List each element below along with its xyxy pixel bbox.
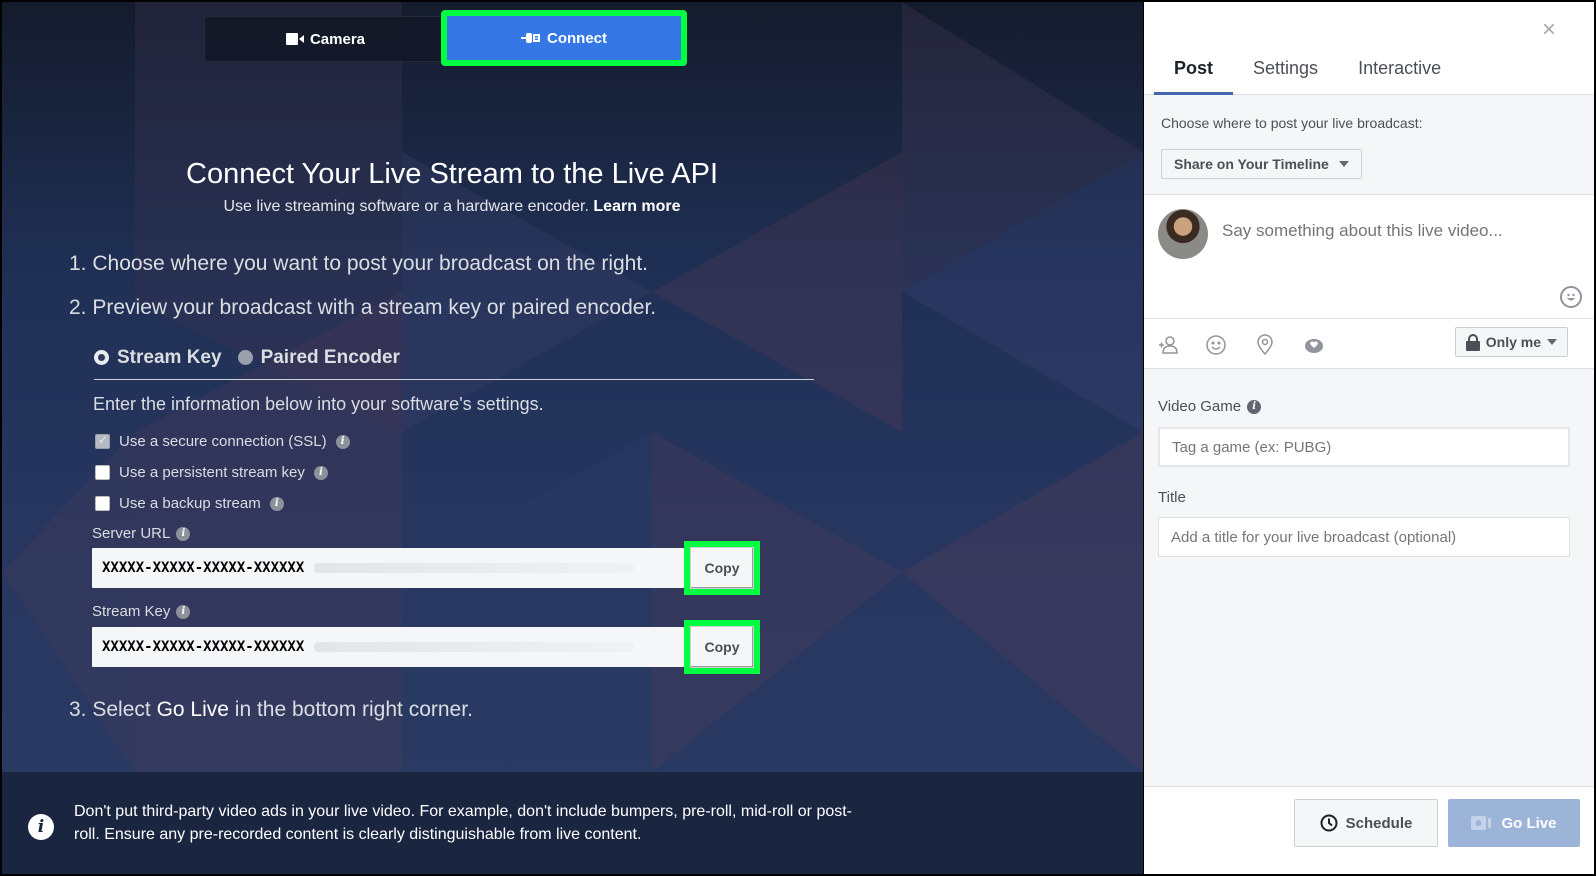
destination-dropdown[interactable]: Share on Your Timeline	[1161, 149, 1362, 179]
video-camera-icon	[1471, 816, 1492, 830]
step-3-suffix: in the bottom right corner.	[234, 698, 473, 721]
redacted-blur	[314, 563, 635, 573]
checkbox-ssl-label: Use a secure connection (SSL)	[119, 433, 327, 450]
title-label-row: Title	[1158, 489, 1186, 506]
info-icon[interactable]: i	[176, 604, 191, 619]
emoji-icon[interactable]	[1560, 286, 1582, 308]
go-live-label: Go Live	[1501, 814, 1557, 832]
page-title: Connect Your Live Stream to the Live API	[186, 158, 718, 190]
fundraiser-icon[interactable]	[1302, 333, 1326, 357]
chevron-down-icon	[1338, 161, 1349, 167]
server-url-label: Server URL	[92, 525, 171, 542]
radio-paired-encoder-label: Paired Encoder	[260, 346, 400, 368]
tab-connect-label: Connect	[547, 29, 607, 47]
destination-value: Share on Your Timeline	[1174, 156, 1329, 172]
server-url-field[interactable]: XXXXX-XXXXX-XXXXX-XXXXXX	[92, 548, 684, 588]
tab-camera[interactable]: Camera	[204, 16, 447, 62]
step-1: 1. Choose where you want to post your br…	[69, 252, 649, 275]
radio-paired-encoder[interactable]: Paired Encoder	[237, 346, 400, 369]
composer	[1144, 194, 1594, 319]
checkbox-backup-stream[interactable]	[95, 496, 110, 511]
close-icon[interactable]: ×	[1542, 16, 1556, 44]
checkbox-ssl-row: Use a secure connection (SSL) i	[95, 433, 350, 450]
info-icon[interactable]: i	[335, 434, 350, 449]
tag-friends-icon[interactable]	[1156, 333, 1180, 357]
go-live-button[interactable]: Go Live	[1448, 799, 1580, 847]
live-stage: Camera Connect Connect Your Live Stream …	[2, 2, 1143, 874]
avatar	[1158, 209, 1208, 259]
checkbox-ssl[interactable]	[95, 433, 110, 449]
step-3-prefix: 3. Select	[69, 698, 151, 721]
chevron-down-icon	[1547, 339, 1557, 345]
video-camera-icon	[285, 33, 304, 45]
info-icon[interactable]: i	[1247, 399, 1262, 414]
copy-server-url-label: Copy	[690, 547, 754, 589]
tab-interactive[interactable]: Interactive	[1338, 58, 1461, 94]
radio-unselected-indicator	[237, 350, 253, 365]
tab-connect[interactable]: Connect	[441, 10, 687, 66]
redacted-blur	[314, 642, 635, 652]
composer-actions: Only me	[1144, 319, 1594, 369]
title-input[interactable]	[1158, 517, 1570, 557]
radio-stream-key-label: Stream Key	[117, 346, 222, 368]
mode-tabs: Camera Connect	[204, 10, 687, 66]
privacy-value: Only me	[1485, 334, 1541, 350]
panel-header: × Post Settings Interactive	[1144, 2, 1594, 95]
radio-stream-key[interactable]: Stream Key	[94, 347, 222, 369]
info-icon[interactable]: i	[313, 465, 328, 480]
checkbox-persistent-key[interactable]	[95, 465, 110, 480]
step-3: 3. Select Go Live in the bottom right co…	[69, 698, 473, 722]
lock-icon	[1465, 333, 1480, 351]
schedule-label: Schedule	[1345, 814, 1413, 832]
post-settings-panel: × Post Settings Interactive Choose where…	[1144, 2, 1594, 874]
stream-key-field[interactable]: XXXXX-XXXXX-XXXXX-XXXXXX	[92, 627, 684, 667]
copy-server-url-button[interactable]: Copy	[684, 541, 760, 595]
clock-icon	[1320, 814, 1338, 832]
stream-key-label-row: Stream Key i	[92, 603, 191, 620]
checkbox-backup-row: Use a backup stream i	[95, 495, 284, 512]
encoder-type-radio-group: Stream Key Paired Encoder	[94, 342, 814, 380]
copy-stream-key-button[interactable]: Copy	[684, 620, 760, 674]
tab-camera-label: Camera	[309, 30, 366, 48]
feeling-icon[interactable]	[1204, 333, 1228, 357]
checkbox-persistent-label: Use a persistent stream key	[119, 464, 305, 481]
ads-notice-text: Don't put third-party video ads in your …	[74, 803, 853, 843]
copy-stream-key-label: Copy	[690, 626, 754, 668]
panel-tabs: Post Settings Interactive	[1154, 58, 1461, 95]
ads-notice-banner: i Don't put third-party video ads in you…	[2, 772, 1143, 874]
info-icon: i	[28, 814, 54, 840]
step-2: 2. Preview your broadcast with a stream …	[69, 296, 657, 319]
step-3-strong: Go Live	[156, 698, 229, 721]
plug-icon	[521, 32, 541, 44]
panel-footer: Schedule Go Live	[1144, 786, 1594, 874]
title-label: Title	[1158, 489, 1186, 506]
tab-post[interactable]: Post	[1154, 58, 1234, 95]
video-game-label-row: Video Game i	[1158, 398, 1262, 415]
server-url-label-row: Server URL i	[92, 525, 191, 542]
checkbox-persistent-row: Use a persistent stream key i	[95, 464, 328, 481]
tab-settings[interactable]: Settings	[1233, 58, 1338, 94]
learn-more-link[interactable]: Learn more	[593, 198, 680, 215]
server-url-value: XXXXX-XXXXX-XXXXX-XXXXXX	[102, 560, 305, 576]
privacy-dropdown[interactable]: Only me	[1454, 327, 1568, 357]
stream-key-value: XXXXX-XXXXX-XXXXX-XXXXXX	[102, 639, 305, 655]
page-subtitle: Use live streaming software or a hardwar…	[2, 198, 902, 216]
composer-input[interactable]	[1222, 221, 1562, 241]
subtitle-text: Use live streaming software or a hardwar…	[223, 198, 589, 215]
destination-label: Choose where to post your live broadcast…	[1161, 115, 1423, 131]
radio-selected-indicator	[94, 350, 109, 365]
video-game-label: Video Game	[1158, 398, 1242, 415]
location-pin-icon[interactable]	[1253, 333, 1277, 357]
instructions-text: Enter the information below into your so…	[93, 394, 544, 414]
checkbox-backup-label: Use a backup stream	[119, 495, 261, 512]
video-game-input[interactable]	[1158, 427, 1570, 467]
info-icon[interactable]: i	[269, 496, 284, 511]
info-icon[interactable]: i	[176, 526, 191, 541]
schedule-button[interactable]: Schedule	[1294, 799, 1438, 847]
stream-key-label: Stream Key	[92, 603, 171, 620]
